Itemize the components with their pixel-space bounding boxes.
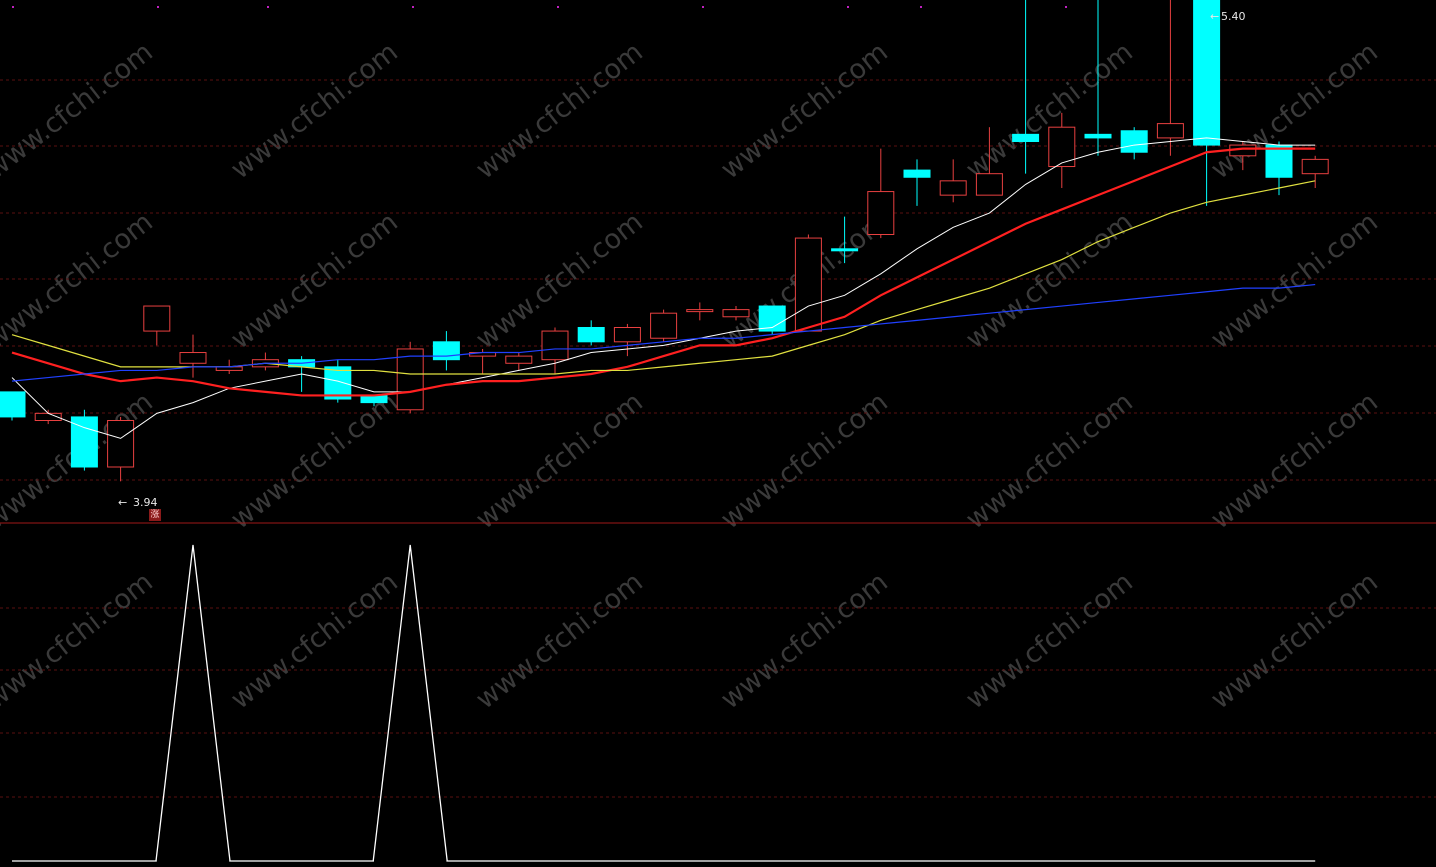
candle: [903, 159, 931, 206]
candle-body: [1265, 144, 1293, 178]
candle-body: [867, 191, 895, 235]
ma-line: [11, 147, 1316, 397]
candle-body: [1084, 133, 1112, 139]
candle: [251, 352, 279, 371]
high-annotation: ← 5.40: [1210, 10, 1246, 23]
watermark-text: www.cfchi.com: [960, 206, 1139, 355]
candle-body: [613, 326, 641, 343]
watermark-text: www.cfchi.com: [0, 206, 159, 355]
top-dot: [557, 6, 559, 8]
candle-body: [1012, 133, 1040, 142]
candle-body: [577, 326, 605, 343]
candle-body: [107, 419, 135, 468]
stock-chart: www.cfchi.com www.cfchi.com www.cfchi.com w…: [0, 0, 1436, 862]
candle-body: [541, 330, 569, 361]
candle: [577, 320, 605, 346]
candle-body: [903, 169, 931, 178]
watermark-text: www.cfchi.com: [470, 36, 649, 185]
watermark-text: www.cfchi.com: [1205, 36, 1384, 185]
candle: [179, 334, 207, 378]
candle-body: [650, 312, 678, 339]
watermark-text: www.cfchi.com: [1205, 206, 1384, 355]
top-dot: [412, 6, 414, 8]
low-annotation-arrow: ←: [118, 496, 127, 509]
candle-body: [1156, 123, 1184, 139]
candle: [650, 309, 678, 342]
candle-body: [505, 355, 533, 364]
top-dot: [847, 6, 849, 8]
candle: [432, 331, 460, 371]
candle: [686, 302, 714, 321]
watermark-text: www.cfchi.com: [225, 386, 404, 535]
watermark-text: www.cfchi.com: [960, 566, 1139, 715]
candle-body: [1120, 130, 1148, 153]
candle: [70, 409, 98, 471]
low-price-label: 3.94: [133, 496, 158, 509]
top-dot: [12, 6, 14, 8]
candle: [758, 305, 786, 335]
limit-up-badge: 涨: [149, 509, 161, 521]
candle: [939, 159, 967, 203]
watermark-text: www.cfchi.com: [0, 36, 159, 185]
high-annotation-arrow: ←: [1210, 10, 1219, 23]
watermark-text: www.cfchi.com: [470, 566, 649, 715]
candle: [794, 234, 822, 332]
candle: [107, 416, 135, 482]
top-dot: [157, 6, 159, 8]
candle-body: [396, 348, 424, 411]
candle-body: [179, 352, 207, 364]
watermark-text: www.cfchi.com: [715, 566, 894, 715]
candle: [541, 327, 569, 374]
candle: [396, 341, 424, 414]
candle-body: [939, 180, 967, 196]
watermark-text: www.cfchi.com: [960, 386, 1139, 535]
watermark-text: www.cfchi.com: [715, 36, 894, 185]
candle: [1156, 0, 1184, 156]
watermark-text: www.cfchi.com: [1205, 386, 1384, 535]
watermark-text: www.cfchi.com: [470, 386, 649, 535]
candle-body: [722, 309, 750, 318]
candle: [1120, 127, 1148, 160]
top-marker-dots: [12, 6, 1212, 8]
candle-body: [1301, 158, 1329, 175]
candle-body: [324, 366, 352, 400]
candle-body: [686, 309, 714, 313]
candle: [505, 352, 533, 371]
watermark-text: www.cfchi.com: [715, 386, 894, 535]
candle: [867, 148, 895, 239]
low-annotation: ← 3.94: [118, 496, 158, 509]
top-dot: [920, 6, 922, 8]
top-dot: [1065, 6, 1067, 8]
candle-body: [831, 248, 859, 252]
top-dot: [267, 6, 269, 8]
watermark-text: www.cfchi.com: [225, 36, 404, 185]
watermark-text: www.cfchi.com: [0, 566, 159, 715]
candle: [143, 305, 171, 346]
high-price-label: 5.40: [1221, 10, 1246, 23]
candle: [613, 323, 641, 357]
watermark-text: www.cfchi.com: [225, 206, 404, 355]
watermark-text: www.cfchi.com: [1205, 566, 1384, 715]
candle-body: [432, 341, 460, 361]
candle-body: [0, 391, 26, 418]
watermark-text: www.cfchi.com: [225, 566, 404, 715]
candle-body: [143, 305, 171, 332]
top-dot: [702, 6, 704, 8]
candle-body: [794, 237, 822, 332]
candle: [0, 391, 26, 421]
candle-body: [975, 173, 1003, 196]
